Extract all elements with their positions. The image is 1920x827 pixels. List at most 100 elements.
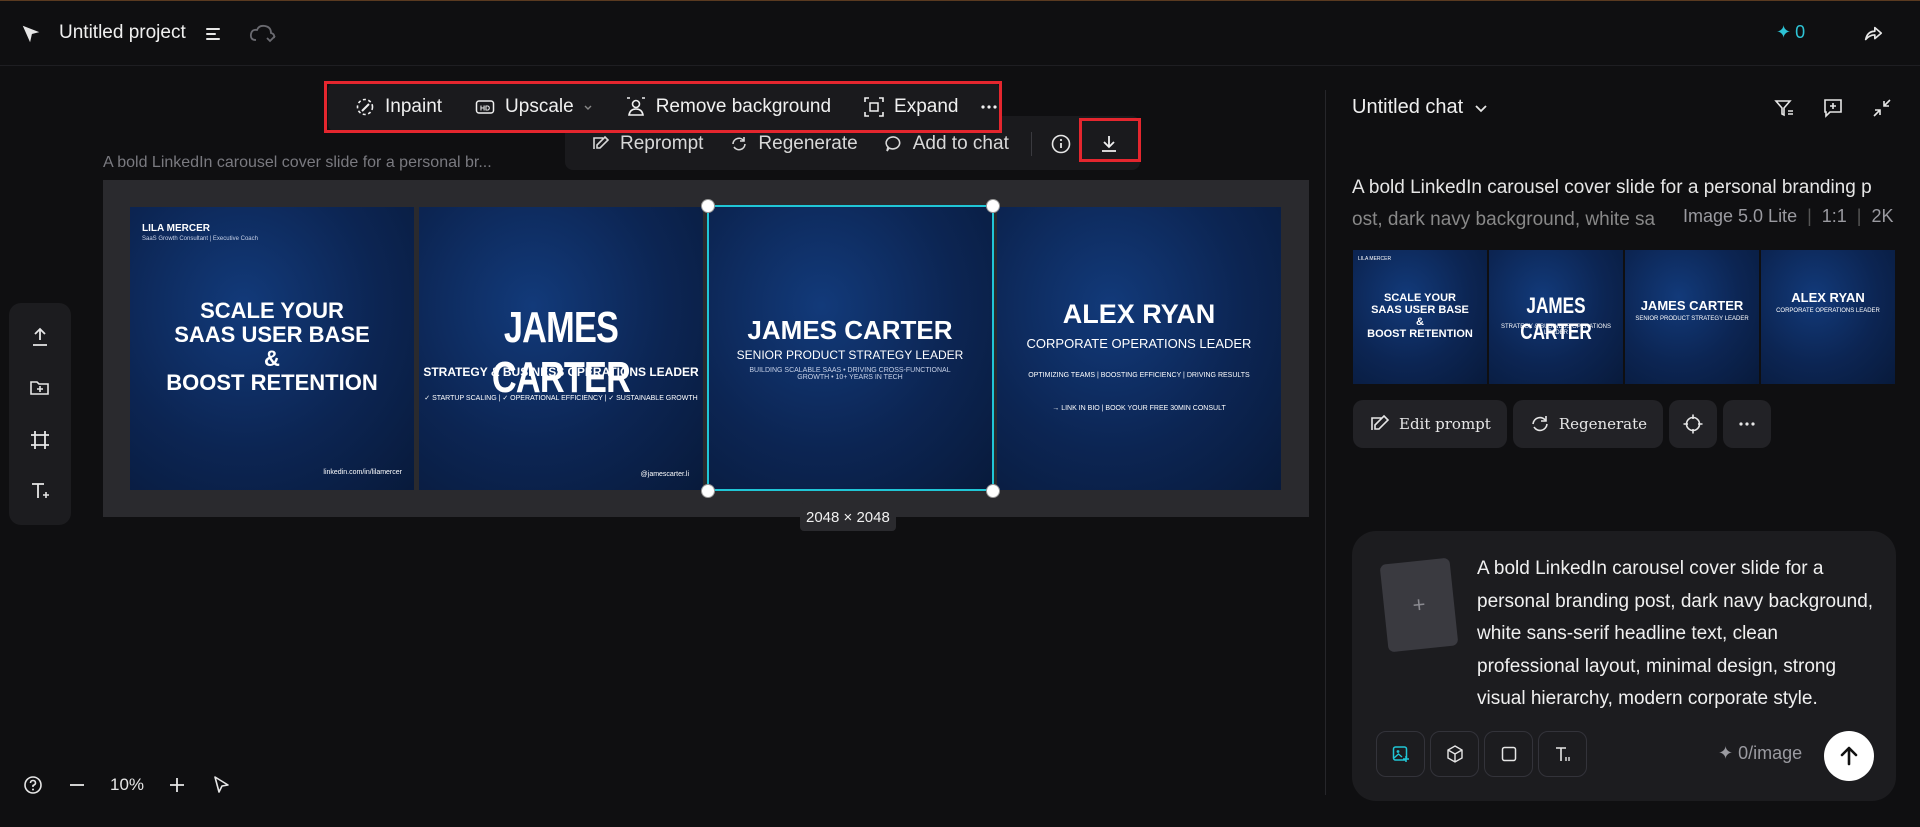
remove-background-button[interactable]: Remove background [613, 89, 843, 125]
image-mode-button[interactable] [1376, 731, 1425, 777]
inpaint-icon [356, 98, 374, 116]
more-options-button[interactable] [978, 89, 1000, 125]
arrow-up-icon [1840, 746, 1858, 766]
upload-icon[interactable] [28, 325, 52, 349]
menu-icon[interactable] [204, 25, 224, 43]
model-select-button[interactable] [1430, 731, 1479, 777]
slide-headline-3: & [264, 346, 280, 371]
prompt-caption: A bold LinkedIn carousel cover slide for… [103, 154, 492, 171]
cloud-sync-icon[interactable] [248, 22, 278, 46]
composer-tools [1376, 731, 1587, 777]
aspect-ratio-button[interactable] [1484, 731, 1533, 777]
send-button[interactable] [1824, 731, 1874, 781]
chat-thumbnail-3[interactable]: JAMES CARTER SENIOR PRODUCT STRATEGY LEA… [1625, 250, 1759, 384]
zoom-in-icon[interactable] [166, 774, 188, 796]
credits-value: 0 [1795, 22, 1806, 42]
generated-image-4[interactable]: ALEX RYAN CORPORATE OPERATIONS LEADER OP… [997, 207, 1281, 490]
edit-icon [1371, 414, 1390, 430]
upscale-button[interactable]: HD Upscale [462, 89, 605, 125]
chat-header-actions [1772, 96, 1894, 120]
slide-footer: @jamescarter.li [640, 471, 689, 478]
edit-prompt-button[interactable]: Edit prompt [1353, 400, 1507, 448]
text-add-icon[interactable] [28, 479, 52, 503]
slide-subtitle: SaaS Growth Consultant | Executive Coach [142, 236, 258, 242]
person-cutout-icon [626, 97, 645, 116]
sparkle-icon: ✦ [1718, 743, 1734, 763]
svg-text:HD: HD [480, 106, 490, 113]
chevron-down-icon [1475, 104, 1487, 112]
crosshair-icon [1683, 414, 1703, 434]
cube-icon [1446, 745, 1463, 763]
expand-button[interactable]: Expand [851, 89, 970, 125]
text-style-button[interactable] [1538, 731, 1587, 777]
new-chat-icon[interactable] [1821, 96, 1845, 120]
slide-tags: ✓ STARTUP SCALING | ✓ OPERATIONAL EFFICI… [424, 395, 698, 402]
chat-thumbnail-1[interactable]: LILA MERCER SCALE YOUR SAAS USER BASE & … [1353, 250, 1487, 384]
chevron-down-icon [584, 105, 592, 110]
collapse-icon[interactable] [1870, 96, 1894, 120]
chat-bubble-icon [885, 136, 901, 152]
generated-image-2[interactable]: JAMES CARTER STRATEGY & BUSINESS OPERATI… [419, 207, 703, 490]
project-title[interactable]: Untitled project [59, 22, 186, 44]
frame-icon[interactable] [28, 428, 52, 452]
prompt-composer: + A bold LinkedIn carousel cover slide f… [1352, 531, 1896, 801]
edit-icon [593, 135, 610, 149]
resize-handle-top-left[interactable] [701, 199, 715, 213]
slide-headline-4: BOOST RETENTION [166, 370, 378, 395]
share-icon[interactable] [1862, 23, 1884, 45]
logo-icon[interactable] [20, 23, 42, 45]
hd-icon: HD [475, 100, 495, 114]
slide-headline: ALEX RYAN [1062, 299, 1216, 329]
filter-icon[interactable] [1772, 96, 1796, 120]
dimensions-badge: 2048 × 2048 [800, 503, 896, 531]
chat-result-actions: Edit prompt Regenerate [1353, 400, 1772, 448]
expand-icon [864, 97, 884, 117]
resolution: 2K [1871, 206, 1894, 226]
more-horizontal-icon [981, 105, 998, 109]
help-icon[interactable] [22, 774, 44, 796]
resize-handle-bottom-right[interactable] [986, 484, 1000, 498]
regenerate-button[interactable]: Regenerate [719, 128, 867, 160]
locate-button[interactable] [1669, 400, 1718, 448]
regenerate-chat-button[interactable]: Regenerate [1512, 400, 1664, 448]
chat-thumbnail-2[interactable]: JAMES CARTER STRATEGY & BUSINESS OPERATI… [1489, 250, 1623, 384]
slide-name: LILA MERCER [142, 223, 210, 234]
plus-icon: + [1411, 591, 1427, 618]
panel-divider [1325, 90, 1326, 795]
slide-headline: JAMES CARTER [491, 303, 631, 402]
credits-counter[interactable]: ✦ 0 [1776, 22, 1805, 43]
resize-handle-bottom-left[interactable] [701, 484, 715, 498]
reprompt-button[interactable]: Reprompt [581, 128, 713, 160]
folder-add-icon[interactable] [28, 376, 52, 400]
slide-footer: linkedin.com/in/lilamercer [323, 469, 402, 476]
resize-handle-top-right[interactable] [986, 199, 1000, 213]
info-icon [1051, 134, 1071, 154]
chat-more-button[interactable] [1723, 400, 1772, 448]
model-name: Image 5.0 Lite [1683, 206, 1798, 226]
sparkle-icon: ✦ [1776, 22, 1792, 42]
selection-box[interactable] [707, 205, 994, 491]
slide-role: CORPORATE OPERATIONS LEADER [1026, 336, 1252, 351]
slide-role: STRATEGY & BUSINESS OPERATIONS LEADER [423, 365, 699, 379]
refresh-icon [732, 137, 747, 151]
zoom-level[interactable]: 10% [110, 775, 144, 795]
download-highlight-outline [1079, 118, 1141, 162]
chat-title-dropdown[interactable]: Untitled chat [1352, 96, 1489, 119]
generation-cost: ✦ 0/image [1718, 743, 1803, 763]
zoom-out-icon[interactable] [66, 774, 88, 796]
image-generate-icon [1392, 746, 1409, 762]
inpaint-button[interactable]: Inpaint [342, 89, 454, 125]
prompt-input[interactable]: A bold LinkedIn carousel cover slide for… [1477, 553, 1877, 716]
zoom-controls: 10% [22, 774, 232, 796]
chat-thumbnail-4[interactable]: ALEX RYAN CORPORATE OPERATIONS LEADER [1761, 250, 1895, 384]
generated-image-1[interactable]: LILA MERCER SaaS Growth Consultant | Exe… [130, 207, 414, 490]
toolbar-divider [1030, 132, 1032, 156]
info-button[interactable] [1044, 128, 1078, 160]
add-to-chat-button[interactable]: Add to chat [874, 128, 1019, 160]
top-bar: Untitled project ✦ 0 [0, 0, 1920, 66]
slide-headline-1: SCALE YOUR [200, 298, 344, 323]
slide-tags: OPTIMIZING TEAMS | BOOSTING EFFICIENCY |… [1028, 372, 1250, 379]
aspect-ratio: 1:1 [1821, 206, 1847, 226]
reference-image-upload[interactable]: + [1379, 557, 1459, 653]
cursor-icon[interactable] [210, 774, 232, 796]
